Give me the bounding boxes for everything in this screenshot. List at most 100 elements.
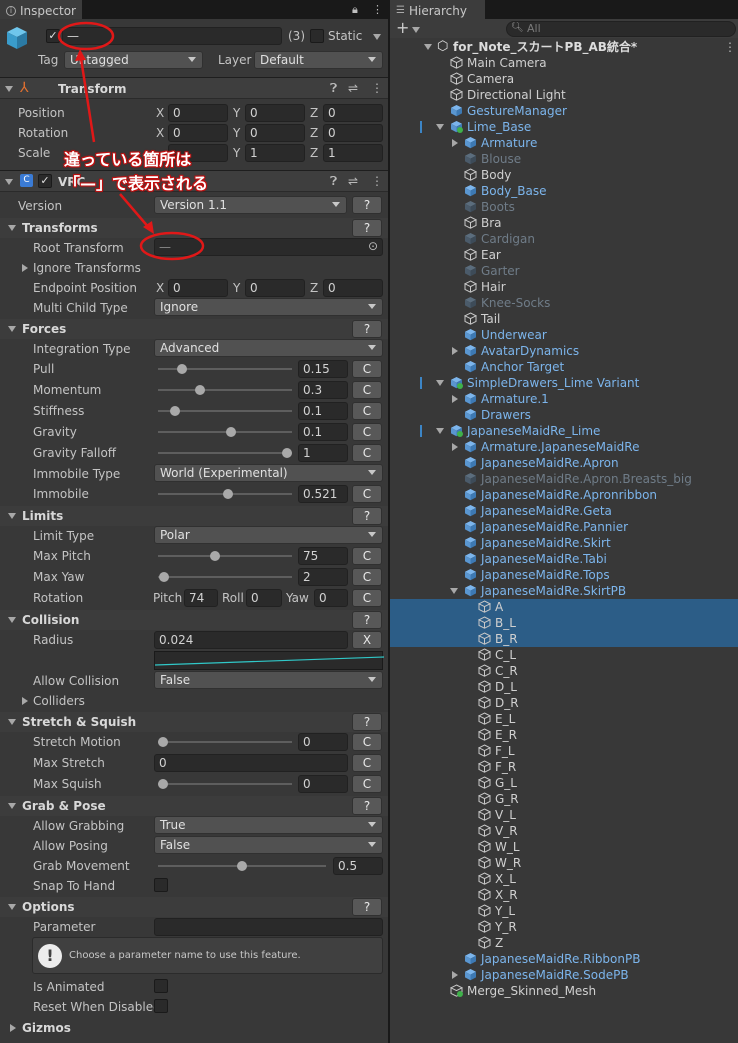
hierarchy-item[interactable]: V_R (390, 823, 738, 839)
fold-icon[interactable] (8, 617, 16, 623)
hierarchy-item[interactable]: Lime_Base (390, 119, 738, 135)
fold-icon[interactable] (8, 719, 16, 725)
hierarchy-item[interactable]: Knee-Socks (390, 295, 738, 311)
hierarchy-item[interactable]: JapaneseMaidRe.Geta (390, 503, 738, 519)
gizmos-title[interactable]: Gizmos (22, 1021, 71, 1035)
gravity-falloff-curve-button[interactable]: C (352, 444, 382, 462)
radius-field[interactable]: 0.024 (154, 631, 348, 649)
scene-menu-icon[interactable]: ⋮ (724, 39, 736, 55)
hierarchy-item[interactable]: JapaneseMaidRe.Apron.Breasts_big (390, 471, 738, 487)
hierarchy-item[interactable]: Cardigan (390, 231, 738, 247)
max-squish-slider-knob[interactable] (158, 779, 168, 789)
hierarchy-item[interactable]: Tail (390, 311, 738, 327)
hierarchy-item[interactable]: Anchor Target (390, 359, 738, 375)
add-dropdown-icon[interactable] (412, 27, 420, 33)
yaw-field[interactable]: 0 (314, 589, 348, 607)
fold-icon[interactable] (8, 803, 16, 809)
hierarchy-item[interactable]: D_R (390, 695, 738, 711)
hierarchy-item[interactable]: Directional Light (390, 87, 738, 103)
hierarchy-item[interactable]: Garter (390, 263, 738, 279)
max-stretch-field[interactable]: 0 (154, 754, 348, 772)
hierarchy-item[interactable]: E_R (390, 727, 738, 743)
stretch-squish-section[interactable]: Stretch & Squish (0, 712, 388, 732)
forces-help-button[interactable]: ? (352, 320, 382, 338)
hierarchy-item[interactable]: F_L (390, 743, 738, 759)
hierarchy-item[interactable]: Body_Base (390, 183, 738, 199)
hierarchy-item[interactable]: JapaneseMaidRe.SodePB (390, 967, 738, 983)
gravity-value-field[interactable]: 0.1 (298, 423, 348, 441)
endpoint-z-field[interactable]: 0 (323, 279, 383, 297)
hierarchy-item[interactable]: B_L (390, 615, 738, 631)
fold-icon[interactable] (22, 697, 28, 705)
fold-icon[interactable] (8, 904, 16, 910)
snap-to-hand-checkbox[interactable] (154, 878, 168, 892)
forces-section[interactable]: Forces (0, 319, 388, 339)
hierarchy-item[interactable]: Armature (390, 135, 738, 151)
gravity-slider-knob[interactable] (226, 427, 237, 437)
multi-child-type-dropdown[interactable]: Ignore (154, 298, 383, 316)
pitch-field[interactable]: 74 (184, 589, 218, 607)
max-pitch-value-field[interactable]: 75 (298, 547, 348, 565)
fold-icon[interactable] (452, 395, 458, 403)
fold-icon[interactable] (10, 1024, 16, 1032)
fold-icon[interactable] (436, 428, 444, 434)
hierarchy-search-input[interactable]: 🔍︎ All (506, 21, 736, 37)
limit-type-dropdown[interactable]: Polar (154, 526, 383, 544)
hierarchy-item[interactable]: Y_L (390, 903, 738, 919)
add-plus-icon[interactable]: + (396, 18, 409, 37)
radius-curve-preview[interactable] (154, 651, 385, 670)
stretch-help-button[interactable]: ? (352, 713, 382, 731)
hierarchy-item[interactable]: Drawers (390, 407, 738, 423)
stretch-motion-value-field[interactable]: 0 (298, 733, 348, 751)
allow-collision-dropdown[interactable]: False (154, 671, 383, 689)
stretch-motion-slider-knob[interactable] (158, 737, 168, 747)
immobile-value-field[interactable]: 0.521 (298, 485, 348, 503)
hierarchy-item[interactable]: JapaneseMaidRe.Pannier (390, 519, 738, 535)
hierarchy-item[interactable]: C_R (390, 663, 738, 679)
pull-value-field[interactable]: 0.15 (298, 360, 348, 378)
fold-icon[interactable] (436, 380, 444, 386)
momentum-curve-button[interactable]: C (352, 381, 382, 399)
integration-type-dropdown[interactable]: Advanced (154, 339, 383, 357)
pull-slider-knob[interactable] (176, 364, 187, 374)
fold-icon[interactable] (452, 443, 458, 451)
fold-icon[interactable] (452, 139, 458, 147)
hierarchy-item[interactable]: G_R (390, 791, 738, 807)
roll-field[interactable]: 0 (246, 589, 282, 607)
immobile-curve-button[interactable]: C (352, 485, 382, 503)
hierarchy-item[interactable]: D_L (390, 679, 738, 695)
limits-help-button[interactable]: ? (352, 507, 382, 525)
reset-when-disabled-checkbox[interactable] (154, 999, 168, 1013)
hierarchy-item[interactable]: Main Camera (390, 55, 738, 71)
max-yaw-slider-track[interactable] (158, 576, 292, 578)
hierarchy-item[interactable]: F_R (390, 759, 738, 775)
grab-movement-value-field[interactable]: 0.5 (333, 857, 383, 875)
fold-icon[interactable] (8, 513, 16, 519)
stiffness-value-field[interactable]: 0.1 (298, 402, 348, 420)
hierarchy-item[interactable]: Z (390, 935, 738, 951)
immobile-slider-knob[interactable] (222, 489, 233, 499)
endpoint-y-field[interactable]: 0 (245, 279, 305, 297)
collision-section[interactable]: Collision (0, 610, 388, 630)
max-stretch-curve-button[interactable]: C (352, 754, 382, 772)
gravity-slider-track[interactable] (158, 431, 292, 433)
allow-posing-dropdown[interactable]: False (154, 836, 383, 854)
max-pitch-slider-track[interactable] (158, 555, 292, 557)
hierarchy-item[interactable]: Ear (390, 247, 738, 263)
hierarchy-item[interactable]: Body (390, 167, 738, 183)
parameter-field[interactable] (154, 918, 383, 936)
options-section[interactable]: Options (0, 897, 388, 917)
hierarchy-item[interactable]: JapaneseMaidRe.Tabi (390, 551, 738, 567)
fold-icon[interactable] (452, 971, 458, 979)
grab-help-button[interactable]: ? (352, 797, 382, 815)
limits-section[interactable]: Limits (0, 506, 388, 526)
hierarchy-item[interactable]: Hair (390, 279, 738, 295)
stretch-motion-curve-button[interactable]: C (352, 733, 382, 751)
radius-curve-clear-button[interactable]: X (352, 631, 382, 649)
hierarchy-item[interactable]: V_L (390, 807, 738, 823)
pull-curve-button[interactable]: C (352, 360, 382, 378)
max-squish-value-field[interactable]: 0 (298, 775, 348, 793)
gravity-falloff-value-field[interactable]: 1 (298, 444, 348, 462)
stiffness-curve-button[interactable]: C (352, 402, 382, 420)
hierarchy-item[interactable]: W_L (390, 839, 738, 855)
